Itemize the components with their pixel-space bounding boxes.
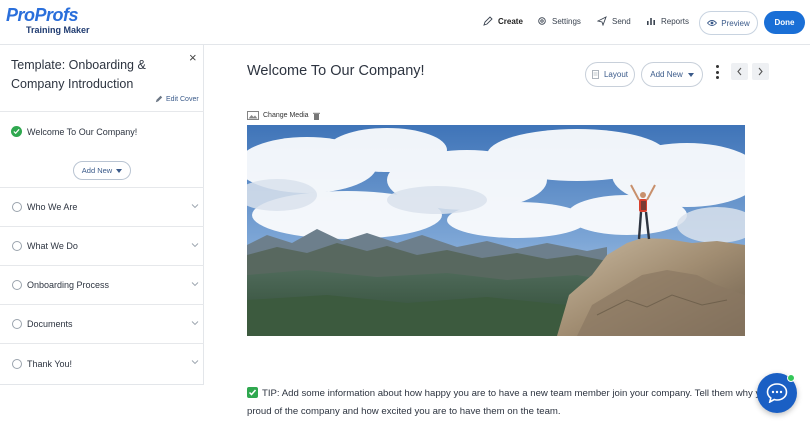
top-bar: ProProfs Training Maker Create Settings … [0, 0, 810, 45]
radio-circle-icon [12, 241, 22, 251]
template-title: Template: Onboarding & Company Introduct… [11, 58, 146, 91]
radio-circle-icon [12, 202, 22, 212]
send-icon [597, 16, 607, 26]
sidebar-item-welcome[interactable]: Welcome To Our Company! [11, 126, 137, 137]
nav-settings[interactable]: Settings [537, 16, 581, 26]
hero-image[interactable] [247, 125, 745, 336]
nav-create-label: Create [498, 16, 523, 26]
done-button[interactable]: Done [764, 11, 805, 34]
chevron-down-icon[interactable] [191, 319, 199, 327]
previous-page-button[interactable] [731, 63, 748, 80]
nav-settings-label: Settings [552, 16, 581, 26]
done-label: Done [774, 18, 795, 27]
chevron-left-icon [737, 67, 742, 76]
chevron-right-icon [758, 67, 763, 76]
nav-create[interactable]: Create [483, 16, 523, 26]
sidebar-item-who-we-are[interactable]: Who We Are [0, 188, 204, 227]
pencil-icon [483, 16, 493, 26]
media-toolbar: Change Media [247, 111, 320, 120]
image-icon[interactable] [247, 111, 259, 120]
sidebar-divider [0, 111, 204, 112]
eye-icon [707, 20, 718, 26]
logo-subtitle: Training Maker [26, 25, 90, 35]
add-new-label: Add New [81, 166, 113, 175]
nav-send[interactable]: Send [597, 16, 631, 26]
next-page-button[interactable] [752, 63, 769, 80]
add-new-label: Add New [650, 70, 683, 79]
nav-reports-label: Reports [661, 16, 690, 26]
check-circle-icon [11, 126, 22, 137]
layout-label: Layout [603, 70, 629, 79]
edit-cover-label: Edit Cover [166, 95, 199, 103]
radio-circle-icon [12, 358, 22, 369]
sidebar-item-label: Onboarding Process [27, 280, 110, 290]
sidebar-item-label: Who We Are [27, 202, 78, 212]
change-media-link[interactable]: Change Media [263, 112, 309, 119]
gear-icon [538, 17, 546, 25]
radio-circle-icon [12, 280, 22, 290]
sidebar-item-label: What We Do [27, 241, 78, 251]
close-icon[interactable]: × [189, 51, 197, 64]
chevron-down-icon[interactable] [191, 280, 199, 288]
sidebar: × Template: Onboarding & Company Introdu… [0, 45, 204, 385]
preview-button[interactable]: Preview [699, 11, 758, 35]
caret-down-icon [687, 72, 694, 77]
tip-text[interactable]: TIP: Add some information about how happ… [247, 385, 792, 420]
sidebar-item-documents[interactable]: Documents [0, 305, 204, 344]
chevron-down-icon[interactable] [191, 241, 199, 249]
preview-label: Preview [721, 18, 750, 28]
sidebar-item-what-we-do[interactable]: What We Do [0, 227, 204, 266]
sidebar-item-label: Welcome To Our Company! [27, 126, 138, 137]
mountain-photo [247, 125, 745, 336]
more-options-icon[interactable] [714, 65, 720, 79]
sidebar-item-onboarding-process[interactable]: Onboarding Process [0, 266, 204, 305]
online-status-dot [787, 374, 795, 382]
pencil-icon [155, 95, 163, 103]
chevron-down-icon[interactable] [191, 358, 199, 366]
edit-cover-link[interactable]: Edit Cover [155, 95, 199, 103]
trash-icon[interactable] [312, 112, 320, 120]
add-new-button[interactable]: Add New [641, 62, 703, 87]
sidebar-item-label: Documents [27, 319, 73, 329]
chat-icon [766, 383, 788, 403]
bar-chart-icon [647, 18, 655, 25]
proprofs-logo[interactable]: ProProfs Training Maker [6, 5, 90, 35]
check-box-icon [247, 387, 258, 398]
layout-icon [592, 70, 599, 79]
logo-text: ProProfs [6, 5, 79, 25]
caret-down-icon [116, 168, 123, 173]
sidebar-add-new-button[interactable]: Add New [73, 161, 131, 180]
sidebar-item-thank-you[interactable]: Thank You! [0, 344, 204, 383]
chevron-down-icon[interactable] [191, 202, 199, 210]
layout-button[interactable]: Layout [585, 62, 635, 87]
radio-circle-icon [12, 319, 22, 329]
nav-reports[interactable]: Reports [646, 16, 689, 26]
nav-send-label: Send [612, 16, 631, 26]
sidebar-item-label: Thank You! [27, 358, 73, 369]
tip-content: TIP: Add some information about how happ… [247, 388, 782, 417]
page-title[interactable]: Welcome To Our Company! [247, 63, 425, 79]
